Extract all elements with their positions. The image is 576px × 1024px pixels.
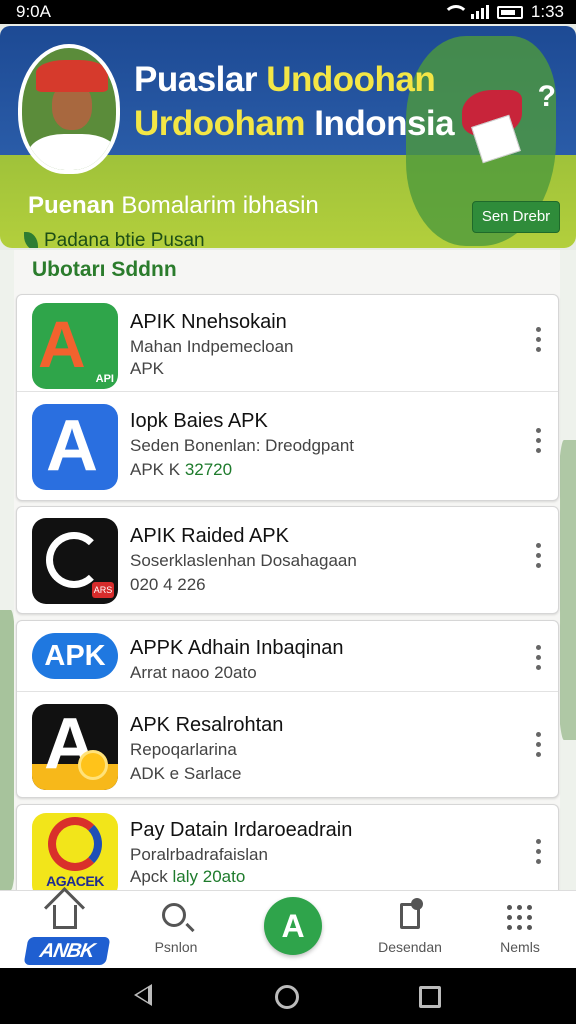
app-meta: APK K 32720: [130, 460, 233, 479]
app-meta: 020 4 226: [130, 575, 206, 594]
app-subtitle: Soserklaslenhan Dosahagaan: [130, 551, 357, 570]
green-a-icon: A API: [32, 303, 118, 389]
app-subtitle: Poralrbadrafaislan: [130, 845, 268, 864]
back-icon[interactable]: [134, 984, 152, 1006]
help-icon[interactable]: ?: [538, 80, 556, 114]
garuda-emblem-icon: [462, 82, 532, 164]
banner-button[interactable]: Sen Drebr: [472, 201, 560, 233]
agacuk-logo-icon: AGACEK: [32, 813, 118, 899]
app-list-item[interactable]: ARS APIK Raided APK Soserklaslenhan Dosa…: [17, 507, 558, 615]
app-subtitle: Seden Bonenlan: Dreodgpant: [130, 436, 355, 455]
app-title: APIK Raided APK: [130, 525, 289, 547]
app-list-card: APK APPK Adhain Inbaqinan Arrat naoo 20a…: [16, 620, 559, 798]
app-meta: Apck laly 20ato: [130, 867, 246, 886]
more-options-icon[interactable]: [536, 732, 542, 760]
status-icons: 1:33: [442, 2, 564, 22]
more-options-icon[interactable]: [536, 839, 542, 867]
app-list-card: ARS APIK Raided APK Soserklaslenhan Dosa…: [16, 506, 559, 614]
app-title: APIK Nnehsokain: [130, 311, 287, 333]
app-meta: ADK e Sarlace: [130, 764, 242, 783]
more-options-icon[interactable]: [536, 428, 542, 456]
signal-icon: [470, 5, 489, 19]
battery-icon: [496, 5, 523, 19]
app-list-card: A API APIK Nnehsokain Mahan Indpemecloan …: [16, 294, 559, 501]
banner-tagline: Padana btie Pusan: [24, 230, 205, 248]
banner-title: Puaslar Undoohan Urdooham Indonsia: [134, 60, 455, 143]
yellow-a-icon: A: [32, 704, 118, 790]
app-list-item[interactable]: A API APIK Nnehsokain Mahan Indpemecloan …: [17, 295, 558, 391]
black-swirl-icon: ARS: [32, 518, 118, 604]
app-subtitle: Repoqarlarina: [130, 740, 237, 759]
app-subtitle: Arrat naoo 20ato: [130, 663, 257, 682]
apk-center-icon: A: [281, 908, 305, 944]
portrait-image: [18, 44, 120, 174]
anbk-brand-logo[interactable]: ANBK: [23, 937, 111, 965]
app-title: APK Resalrohtan: [130, 714, 284, 736]
apk-pill-icon: APK: [32, 633, 118, 679]
app-list-item[interactable]: APK APPK Adhain Inbaqinan Arrat naoo 20a…: [17, 621, 558, 691]
status-bar: 9:0A 1:33: [0, 0, 576, 24]
grid-icon: [507, 905, 533, 931]
leaf-icon: [24, 232, 38, 248]
home-circle-icon[interactable]: [275, 985, 299, 1009]
blue-a-icon: A: [32, 404, 118, 490]
app-title: Pay Datain Irdaroeadrain: [130, 819, 353, 841]
app-list-item[interactable]: A Iopk Baies APK Seden Bonenlan: Dreodgp…: [17, 391, 558, 502]
nav-documents[interactable]: Desendan: [360, 891, 460, 969]
wifi-icon: [442, 5, 469, 19]
more-options-icon[interactable]: [536, 327, 542, 355]
nav-menu[interactable]: Nemls: [470, 891, 570, 969]
content-area[interactable]: Ubotarı Sddnn A API APIK Nnehsokain Mahan…: [0, 250, 576, 904]
app-subtitle: Mahan Indpemecloan: [130, 337, 294, 356]
system-navigation-bar: [0, 968, 576, 1024]
nav-label: Desendan: [378, 939, 442, 955]
status-time: 9:0A: [16, 2, 51, 21]
apk-center-button[interactable]: A: [264, 897, 322, 955]
document-icon: [400, 898, 423, 929]
hero-banner[interactable]: Puaslar Undoohan Urdooham Indonsia ? Pue…: [0, 26, 576, 248]
search-icon: [162, 903, 186, 927]
nav-label: Nemls: [500, 939, 540, 955]
app-meta: APK: [130, 359, 165, 378]
home-icon: [53, 905, 77, 929]
more-options-icon[interactable]: [536, 645, 542, 673]
app-title: Iopk Baies APK: [130, 410, 268, 432]
nav-label: Psnlon: [154, 939, 198, 955]
app-title: APPK Adhain Inbaqinan: [130, 637, 344, 659]
bottom-navigation: ANBK Psnlon A Desendan Nemls: [0, 890, 576, 968]
section-title: Ubotarı Sddnn: [32, 258, 177, 281]
status-clock: 1:33: [530, 2, 564, 21]
app-list-card: AGACEK Pay Datain Irdaroeadrain Poralrba…: [16, 804, 559, 904]
nav-search[interactable]: Psnlon: [126, 891, 226, 969]
app-list-item[interactable]: A APK Resalrohtan Repoqarlarina ADK e Sa…: [17, 691, 558, 799]
more-options-icon[interactable]: [536, 543, 542, 571]
banner-subtitle: Puenan Bomalarim ibhasin: [28, 192, 319, 219]
recent-apps-icon[interactable]: [419, 986, 441, 1008]
